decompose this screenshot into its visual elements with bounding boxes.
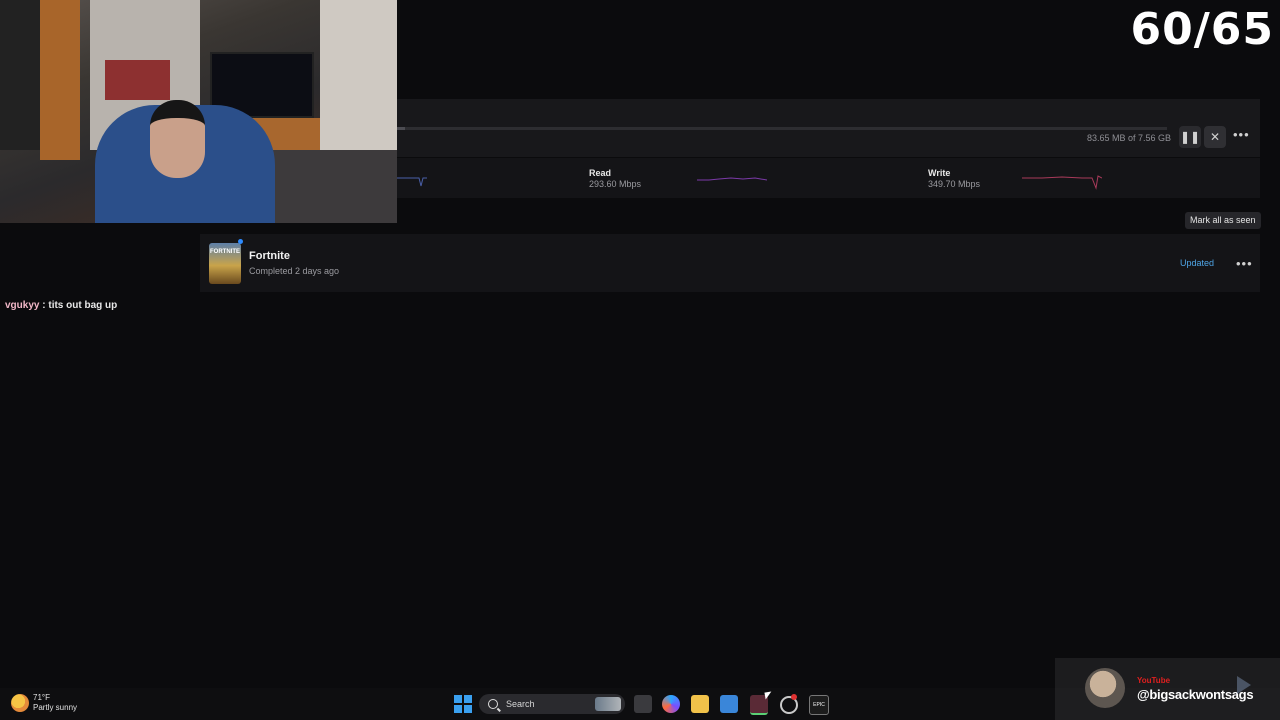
game-list-item[interactable]: FORTNITE Fortnite Completed 2 days ago U… xyxy=(200,234,1260,292)
viewer-counter: 60/65 xyxy=(1130,4,1274,55)
webcam-wall xyxy=(320,0,397,150)
download-more-button[interactable]: ••• xyxy=(1233,127,1250,142)
youtube-handle: @bigsackwontsags xyxy=(1137,687,1254,702)
avatar xyxy=(1085,668,1125,708)
write-sparkline xyxy=(1022,175,1102,190)
weather-icon xyxy=(11,694,29,712)
chat-message: vgukyy : tits out bag up xyxy=(5,300,117,311)
read-stat: Read 293.60 Mbps xyxy=(589,168,641,189)
download-stats: Read 293.60 Mbps Write 349.70 Mbps xyxy=(397,158,1260,198)
write-value: 349.70 Mbps xyxy=(928,179,981,189)
windows-logo-icon xyxy=(454,695,462,703)
notification-dot xyxy=(791,694,797,700)
read-sparkline xyxy=(697,177,767,181)
game-status-badge: Updated xyxy=(1180,258,1215,268)
search-highlight-icon xyxy=(595,697,621,711)
search-icon xyxy=(488,699,498,709)
copilot-icon[interactable] xyxy=(662,695,680,713)
mouse-cursor xyxy=(764,691,773,700)
webcam-foam-panel xyxy=(0,0,40,150)
new-indicator-dot xyxy=(238,239,243,244)
game-more-button[interactable]: ••• xyxy=(1236,256,1253,271)
download-progress-track xyxy=(397,127,1167,130)
pause-icon: ❚❚ xyxy=(1179,130,1201,144)
taskbar-search[interactable]: Search xyxy=(479,694,625,714)
game-title: Fortnite xyxy=(249,250,290,262)
pause-button[interactable]: ❚❚ xyxy=(1179,126,1201,148)
webcam-person-head xyxy=(150,100,205,178)
file-manager-icon[interactable] xyxy=(634,695,652,713)
webcam-overlay xyxy=(0,0,397,223)
youtube-label: YouTube xyxy=(1137,676,1171,685)
youtube-tag: YouTube @bigsackwontsags xyxy=(1055,658,1280,720)
store-icon[interactable] xyxy=(720,695,738,713)
more-icon: ••• xyxy=(1233,127,1250,142)
download-progress-fill xyxy=(397,127,406,130)
close-icon: ✕ xyxy=(1209,130,1221,144)
chat-text: tits out bag up xyxy=(48,300,118,311)
write-stat: Write 349.70 Mbps xyxy=(928,168,980,189)
webcam-couch xyxy=(270,150,397,223)
network-sparkline xyxy=(397,177,427,187)
write-label: Write xyxy=(928,168,951,178)
weather-text: 71°F Partly sunny xyxy=(33,693,77,713)
webcam-door xyxy=(40,0,80,160)
game-thumbnail: FORTNITE xyxy=(209,243,241,284)
download-size: 83.65 MB of 7.56 GB xyxy=(1087,133,1172,143)
start-button[interactable] xyxy=(454,695,472,713)
play-icon xyxy=(1237,676,1251,694)
read-label: Read xyxy=(589,168,612,178)
game-status: Completed 2 days ago xyxy=(249,266,340,276)
weather-widget[interactable]: 71°F Partly sunny xyxy=(11,693,77,713)
weather-condition: Partly sunny xyxy=(33,703,78,712)
screen: 60/65 83.65 MB of 7.56 GB ❚❚ ✕ ••• Read … xyxy=(0,0,1280,720)
explorer-icon[interactable] xyxy=(691,695,709,713)
mark-all-seen-button[interactable]: Mark all as seen xyxy=(1185,212,1261,229)
webcam-shelf xyxy=(105,60,170,100)
epic-games-icon[interactable]: EPIC xyxy=(809,695,829,715)
game-thumbnail-text: FORTNITE xyxy=(210,249,240,255)
cancel-download-button[interactable]: ✕ xyxy=(1204,126,1226,148)
more-icon: ••• xyxy=(1236,256,1253,271)
read-value: 293.60 Mbps xyxy=(589,179,642,189)
download-panel: 83.65 MB of 7.56 GB ❚❚ ✕ ••• xyxy=(397,99,1260,157)
weather-temp: 71°F xyxy=(33,693,50,702)
search-label: Search xyxy=(506,699,535,709)
chat-username: vgukyy xyxy=(5,300,40,311)
